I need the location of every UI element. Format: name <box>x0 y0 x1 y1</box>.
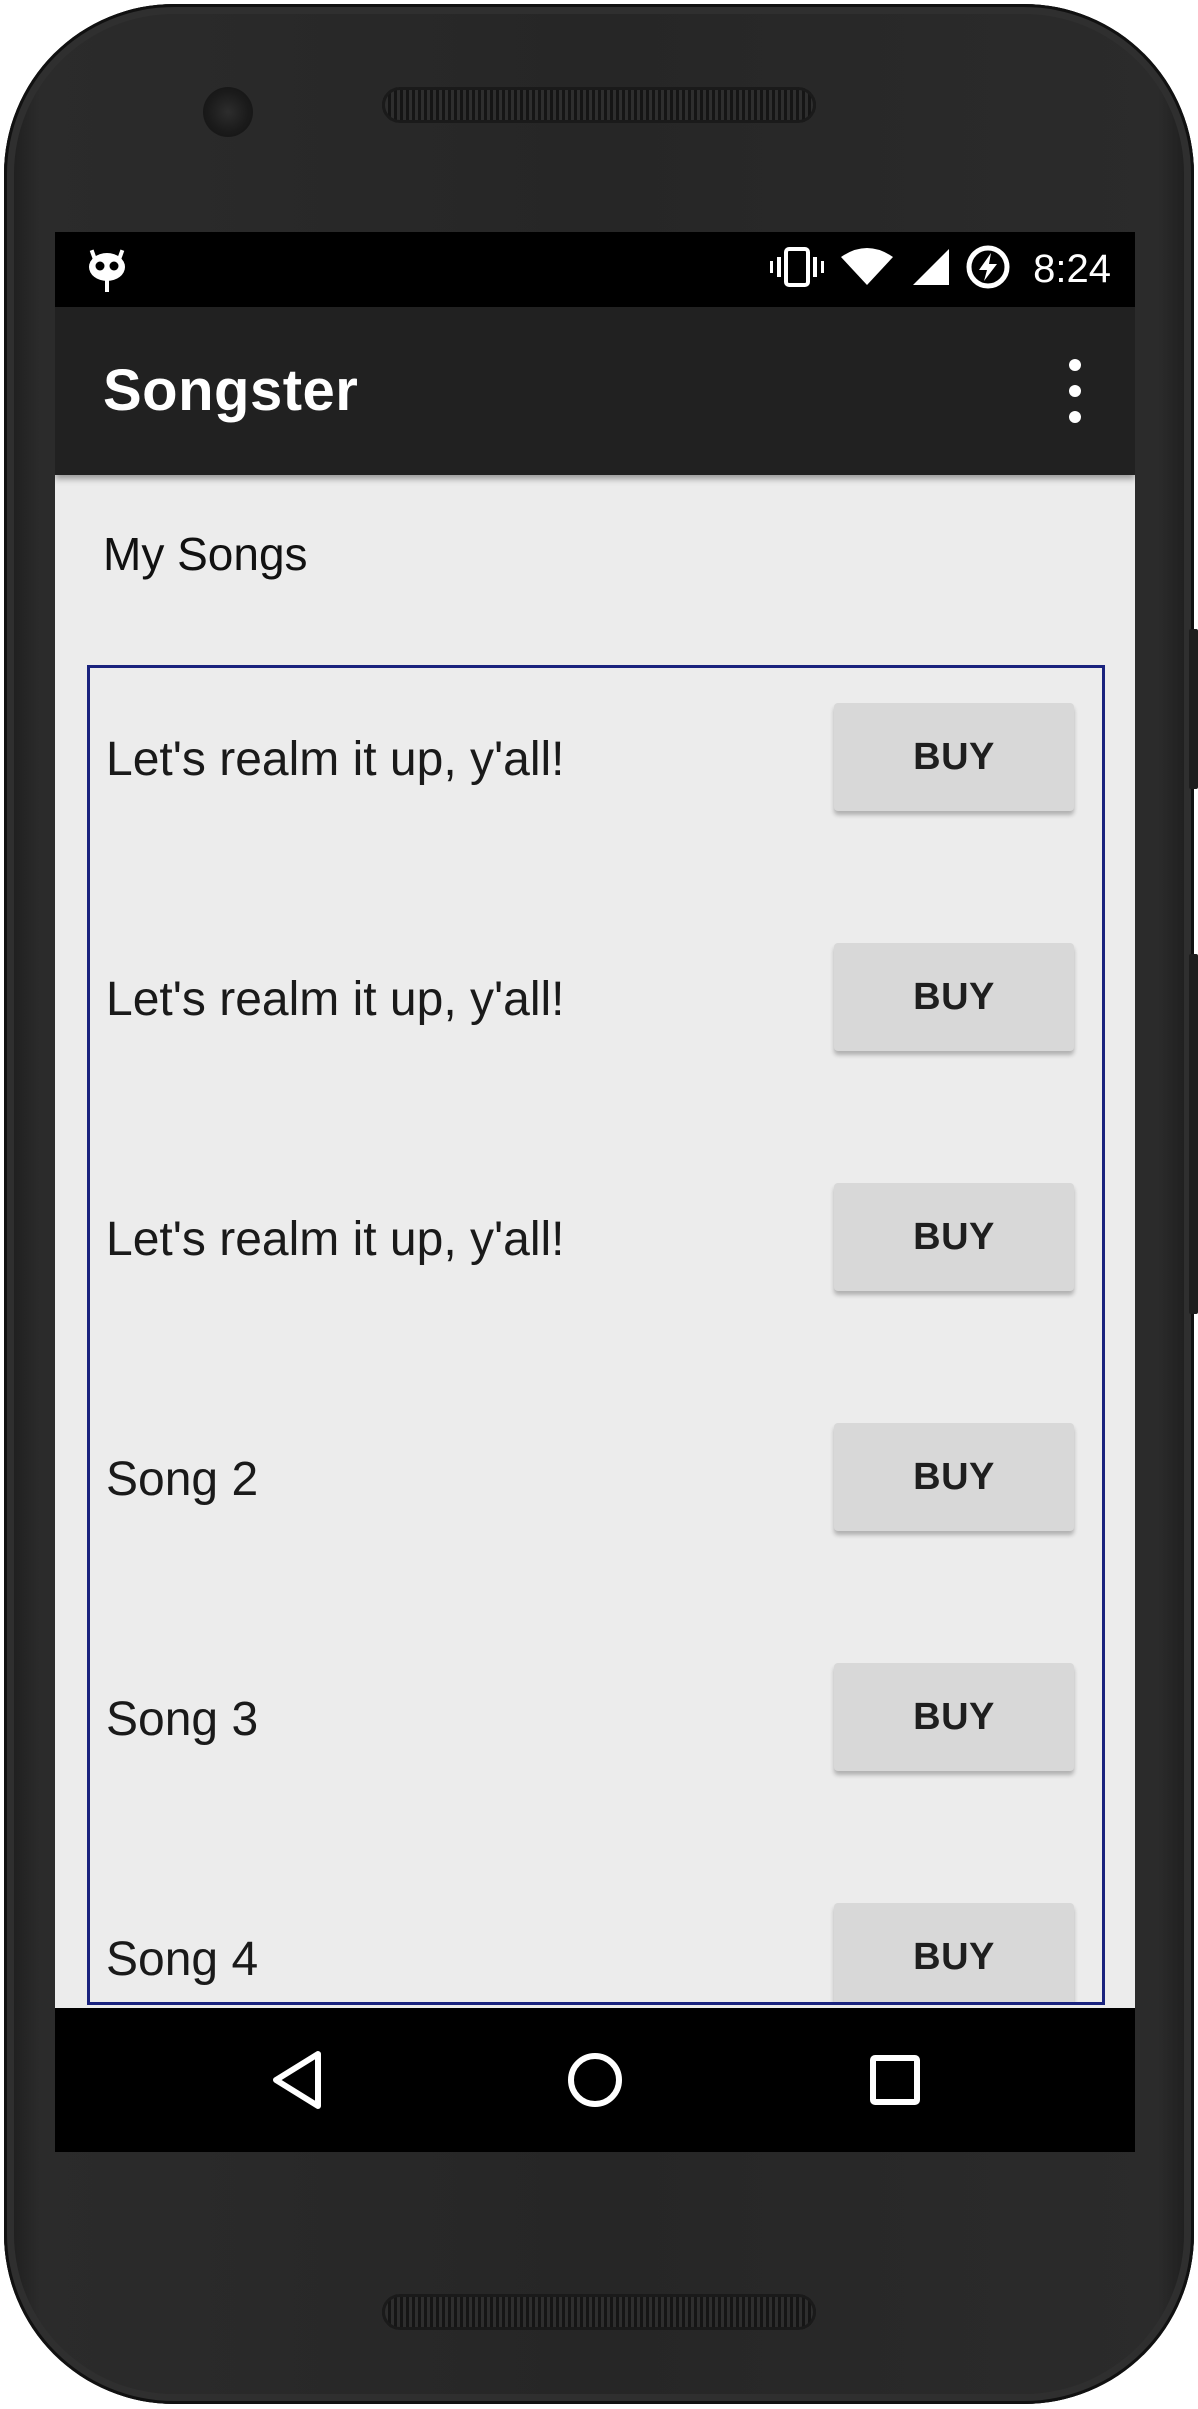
home-icon[interactable] <box>505 2008 685 2152</box>
status-time: 8:24 <box>1033 247 1111 291</box>
song-row: Song 3 BUY <box>90 1628 1102 1868</box>
song-title: Song 3 <box>106 1693 259 1746</box>
song-row: Song 4 BUY <box>90 1868 1102 2002</box>
device-screen: 8:24 Songster My Songs Let's realm it up… <box>55 232 1135 2152</box>
app-title: Songster <box>103 358 359 423</box>
wifi-icon <box>839 247 895 292</box>
buy-button[interactable]: BUY <box>834 1903 1074 2002</box>
cell-signal-icon <box>909 247 951 292</box>
status-bar: 8:24 <box>55 232 1135 307</box>
battery-charging-icon <box>965 244 1011 295</box>
song-row: Let's realm it up, y'all! BUY <box>90 668 1102 908</box>
app-bar: Songster <box>55 307 1135 475</box>
front-camera <box>203 87 253 137</box>
top-speaker-grille <box>382 87 816 123</box>
song-title: Let's realm it up, y'all! <box>106 733 565 786</box>
status-icons: 8:24 <box>769 232 1111 307</box>
vibrate-icon <box>769 247 825 292</box>
buy-button[interactable]: BUY <box>834 1183 1074 1291</box>
menu-dot <box>1069 411 1081 423</box>
song-list[interactable]: Let's realm it up, y'all! BUY Let's real… <box>87 665 1105 2005</box>
song-title: Let's realm it up, y'all! <box>106 1213 565 1266</box>
song-title: Let's realm it up, y'all! <box>106 973 565 1026</box>
navigation-bar <box>55 2008 1135 2152</box>
bottom-speaker-grille <box>382 2294 816 2330</box>
buy-button[interactable]: BUY <box>834 1663 1074 1771</box>
section-title: My Songs <box>103 528 308 580</box>
song-row: Song 2 BUY <box>90 1388 1102 1628</box>
main-content: My Songs Let's realm it up, y'all! BUY L… <box>55 475 1135 2008</box>
song-row: Let's realm it up, y'all! BUY <box>90 908 1102 1148</box>
buy-button[interactable]: BUY <box>834 1423 1074 1531</box>
menu-dot <box>1069 385 1081 397</box>
song-row: Let's realm it up, y'all! BUY <box>90 1148 1102 1388</box>
buy-button[interactable]: BUY <box>834 703 1074 811</box>
song-title: Song 2 <box>106 1453 259 1506</box>
recents-icon[interactable] <box>805 2008 985 2152</box>
power-button <box>1189 629 1198 789</box>
back-icon[interactable] <box>208 2008 388 2152</box>
more-vert-icon[interactable] <box>1055 359 1095 423</box>
cyanogenmod-mascot-icon <box>85 247 129 293</box>
song-title: Song 4 <box>106 1933 259 1986</box>
buy-button[interactable]: BUY <box>834 943 1074 1051</box>
menu-dot <box>1069 359 1081 371</box>
volume-rocker <box>1189 954 1198 1314</box>
